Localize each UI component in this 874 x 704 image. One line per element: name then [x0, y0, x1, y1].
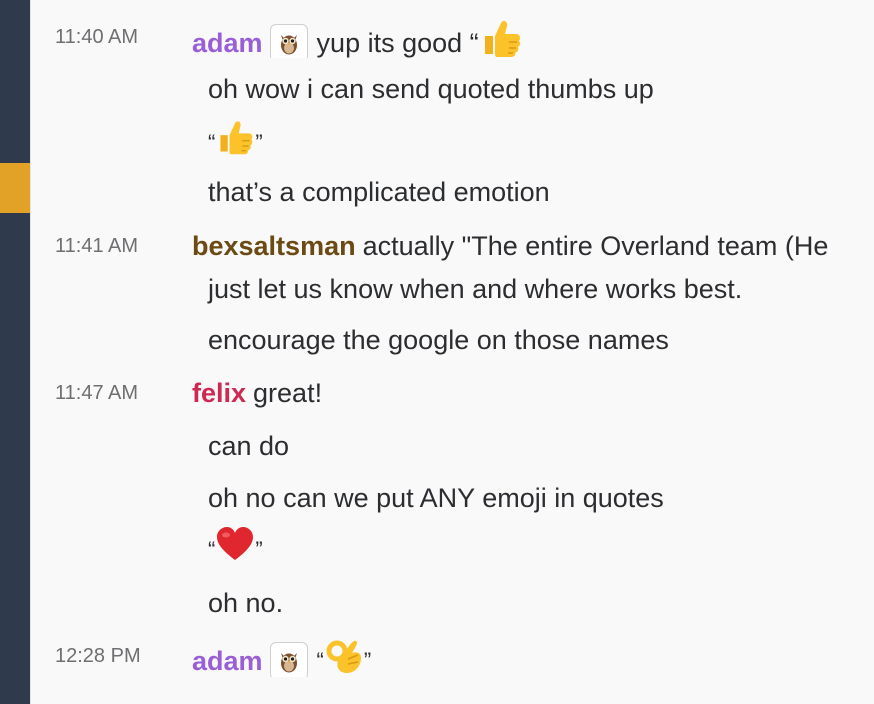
message-row: oh wow i can send quoted thumbs up [31, 69, 874, 109]
message-text: just let us know when and where works be… [208, 274, 743, 304]
message-row: oh no can we put ANY emoji in quotes [31, 478, 874, 518]
message-row: that’s a complicated emotion [31, 172, 874, 212]
ok-hand-icon [324, 637, 364, 677]
message-row: just let us know when and where works be… [31, 269, 874, 309]
message-text: actually "The entire Overland team (He [362, 231, 829, 261]
message-row: can do [31, 426, 874, 466]
message-text: oh no. [208, 588, 284, 618]
message-text: encourage the google on those names [208, 325, 669, 355]
message-row: encourage the google on those names [31, 320, 874, 360]
message-text: oh no can we put ANY emoji in quotes [208, 483, 664, 513]
message-timestamp[interactable]: 11:47 AM [55, 374, 138, 412]
author-name[interactable]: adam [192, 642, 263, 677]
open-quote: “ [316, 648, 324, 673]
thumbs-up-icon [215, 118, 255, 158]
sidebar-active-marker [0, 163, 30, 213]
message-timestamp[interactable]: 11:41 AM [55, 227, 138, 265]
owl-icon[interactable] [269, 24, 308, 58]
message-text: can do [208, 431, 290, 461]
message-row: 11:47 AM felix great! [31, 374, 874, 414]
message-text: yup its good “ [316, 28, 479, 58]
close-quote: ” [255, 129, 263, 155]
thumbs-up-icon [479, 18, 523, 58]
message-timestamp[interactable]: 12:28 PM [55, 637, 141, 675]
message-text: oh wow i can send quoted thumbs up [208, 74, 654, 104]
open-quote: “ [208, 536, 216, 562]
close-quote: ” [255, 536, 263, 562]
sidebar-strip [0, 0, 30, 704]
message-row: “ ” [31, 526, 874, 566]
message-timestamp[interactable]: 11:40 AM [55, 18, 138, 56]
message-pane: 11:40 AM adam yup its good “ oh wow i ca… [31, 0, 874, 704]
owl-icon[interactable] [269, 642, 308, 677]
message-text: that’s a complicated emotion [208, 177, 550, 207]
message-row: 11:40 AM adam yup its good “ [31, 18, 874, 58]
close-quote: ” [363, 648, 372, 673]
message-text: great! [253, 378, 323, 408]
message-row: 11:41 AM bexsaltsman actually "The entir… [31, 227, 874, 267]
red-heart-icon [215, 526, 255, 566]
message-row: 12:28 PM adam “ ” [31, 637, 874, 677]
message-row: “ ” [31, 118, 874, 158]
author-name[interactable]: bexsaltsman [192, 227, 356, 265]
author-name[interactable]: adam [192, 24, 263, 58]
author-name[interactable]: felix [192, 374, 246, 412]
open-quote: “ [208, 129, 216, 155]
message-row: oh no. [31, 583, 874, 623]
